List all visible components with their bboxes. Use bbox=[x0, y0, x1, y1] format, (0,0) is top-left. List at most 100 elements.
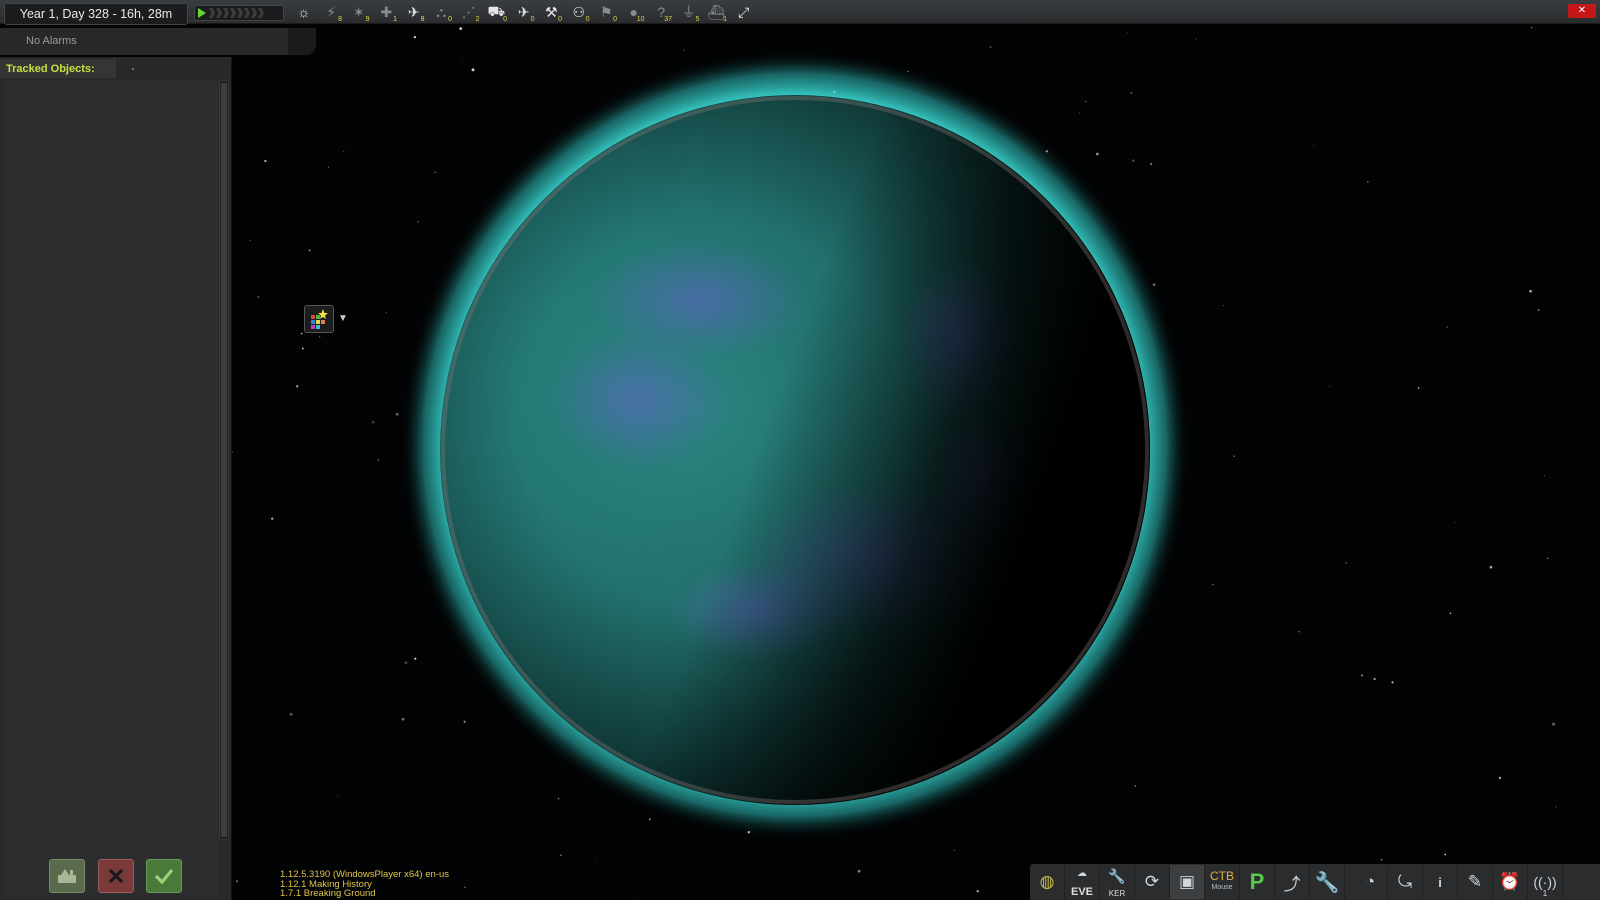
ship-icon[interactable]: ⛬ 0 bbox=[428, 0, 456, 24]
star bbox=[1079, 112, 1081, 114]
ground-science-icon[interactable]: ⏚ 5 bbox=[675, 0, 703, 24]
eva-icon[interactable]: ⚇ 0 bbox=[565, 0, 593, 24]
sun-icon[interactable]: ☼ bbox=[290, 0, 318, 24]
star bbox=[1546, 557, 1549, 560]
date-display[interactable]: Year 1, Day 328 - 16h, 28m bbox=[4, 3, 188, 25]
antenna-count: 1 bbox=[1542, 889, 1548, 898]
warp-chevron-icon[interactable] bbox=[209, 8, 215, 18]
filter-count: 5 bbox=[695, 16, 700, 23]
warp-chevron-icon[interactable] bbox=[251, 8, 257, 18]
alarms-panel[interactable]: No Alarms bbox=[0, 28, 316, 55]
recover-icon bbox=[58, 869, 76, 883]
star bbox=[1380, 858, 1383, 861]
scrollbar-thumb[interactable] bbox=[221, 83, 227, 837]
ker-label: KER bbox=[1108, 889, 1126, 898]
star bbox=[414, 657, 417, 660]
star bbox=[385, 312, 387, 314]
ker-button[interactable]: 🔧 KER bbox=[1100, 865, 1135, 899]
vessel-type-filters: ☼ ⚡ 8 ✶ 9 ✚ 1 ✈ 8 ⛬ 0 ⋰ 2 ⛟ 0 ✈ 0 ⚒ 0 ⚇ 0 ⚑ 0 ● 10? 37 ⏚ 5 ⛴ 1 ⤢ bbox=[290, 0, 758, 24]
orbit-icon[interactable]: ⟳ bbox=[1135, 865, 1170, 899]
warp-chevron-icon[interactable] bbox=[237, 8, 243, 18]
asteroid-icon[interactable]: ● 10 bbox=[620, 0, 648, 24]
p-button[interactable]: P bbox=[1240, 865, 1275, 899]
star bbox=[434, 171, 436, 173]
maneuver-icon[interactable]: ⤿ bbox=[1388, 865, 1423, 899]
star bbox=[1223, 305, 1225, 307]
fly-vessel-button[interactable] bbox=[146, 859, 182, 893]
tracked-objects-scrollbar[interactable] bbox=[219, 80, 229, 840]
star bbox=[1544, 475, 1546, 477]
filter-glyph: ⋰ bbox=[461, 3, 476, 20]
camera-icon[interactable]: ▣ bbox=[1170, 865, 1205, 899]
clock-icon[interactable]: ◔ bbox=[1353, 865, 1388, 899]
wrench-icon[interactable]: 🔧 bbox=[1310, 865, 1345, 899]
star bbox=[464, 886, 466, 889]
checkmark-icon bbox=[154, 868, 174, 885]
filter-glyph: ⚡ bbox=[326, 3, 337, 20]
star bbox=[1345, 561, 1348, 564]
warp-chevron-icon[interactable] bbox=[223, 8, 229, 18]
app-launcher-button[interactable] bbox=[304, 305, 334, 333]
filter-glyph: ⚑ bbox=[599, 3, 613, 20]
recover-vessel-button[interactable] bbox=[49, 859, 85, 893]
star bbox=[1132, 159, 1135, 162]
warp-chevron-icon[interactable] bbox=[216, 8, 222, 18]
ctb-label: CTB bbox=[1210, 869, 1234, 883]
flag-icon[interactable]: ⚑ 0 bbox=[593, 0, 621, 24]
probe-icon[interactable]: ✶ 9 bbox=[345, 0, 373, 24]
filter-count: 0 bbox=[503, 16, 507, 23]
relay-icon[interactable]: ✚ 1 bbox=[373, 0, 401, 24]
app-toolbar: ◍ ☁ EVE 🔧 KER ⟳ ▣ CTB Mouse P ⤴ 🔧 ◔ ⤿ i … bbox=[1030, 864, 1600, 900]
star bbox=[1530, 26, 1533, 29]
warp-chevron-icon[interactable] bbox=[230, 8, 236, 18]
star bbox=[257, 295, 260, 298]
star bbox=[1367, 181, 1369, 183]
rover-lander-icon[interactable]: ✈ 8 bbox=[400, 0, 428, 24]
time-warp-control[interactable] bbox=[194, 5, 284, 21]
filter-count: 0 bbox=[558, 16, 562, 23]
warp-chevron-icon[interactable] bbox=[244, 8, 250, 18]
contracts-icon[interactable]: ✎ bbox=[1458, 865, 1493, 899]
plane-icon[interactable]: ✈ 0 bbox=[510, 0, 538, 24]
alarms-toggle[interactable] bbox=[288, 28, 316, 55]
dropdown-caret-icon[interactable]: ▼ bbox=[338, 313, 348, 324]
info-label: i bbox=[1438, 874, 1442, 890]
filter-glyph: ✚ bbox=[380, 3, 393, 20]
info-button[interactable]: i bbox=[1423, 865, 1458, 899]
deployed-icon[interactable]: ⛴ 1 bbox=[703, 0, 731, 24]
launch-icon[interactable]: ⤴ bbox=[1275, 865, 1310, 899]
star bbox=[300, 332, 303, 335]
star bbox=[1529, 289, 1532, 293]
tracked-objects-header: Tracked Objects: bbox=[0, 59, 116, 78]
star bbox=[1537, 309, 1540, 311]
star bbox=[264, 159, 267, 163]
satellite-icon[interactable]: ⚒ 0 bbox=[538, 0, 566, 24]
antenna-button[interactable]: ((·)) 1 bbox=[1528, 865, 1563, 899]
ctb-button[interactable]: CTB Mouse bbox=[1205, 865, 1240, 899]
star bbox=[683, 49, 685, 51]
station-icon[interactable]: ⋰ 2 bbox=[455, 0, 483, 24]
star bbox=[1126, 32, 1128, 34]
expand-icon[interactable]: ⤢ bbox=[730, 0, 758, 24]
star bbox=[1417, 387, 1420, 389]
tracked-objects-label: Tracked Objects: bbox=[6, 63, 95, 75]
eve-button[interactable]: ☁ EVE bbox=[1065, 865, 1100, 899]
ctb-sub-label: Mouse bbox=[1211, 884, 1233, 891]
terminate-vessel-button[interactable] bbox=[98, 859, 134, 893]
tracked-objects-list[interactable] bbox=[3, 80, 218, 895]
top-bar: Year 1, Day 328 - 16h, 28m ☼ ⚡ 8 ✶ 9 ✚ 1 ✈ 8 ⛬ 0 ⋰ 2… bbox=[0, 0, 1600, 25]
globe-icon[interactable]: ◍ bbox=[1030, 865, 1065, 899]
debris-icon[interactable]: ⚡ 8 bbox=[318, 0, 346, 24]
star bbox=[301, 347, 304, 350]
play-icon[interactable] bbox=[198, 8, 206, 18]
star bbox=[271, 517, 274, 520]
star bbox=[1361, 674, 1364, 677]
warp-chevron-icon[interactable] bbox=[258, 8, 264, 18]
exit-button[interactable]: ✕ bbox=[1568, 4, 1596, 18]
unknown-icon[interactable]: ? 37 bbox=[648, 0, 676, 24]
base-icon[interactable]: ⛟ 0 bbox=[483, 0, 511, 24]
alarm-clock-icon[interactable]: ⏰ bbox=[1493, 865, 1528, 899]
star bbox=[413, 35, 417, 39]
space-view[interactable] bbox=[0, 0, 1600, 900]
filter-count: 8 bbox=[420, 16, 425, 23]
